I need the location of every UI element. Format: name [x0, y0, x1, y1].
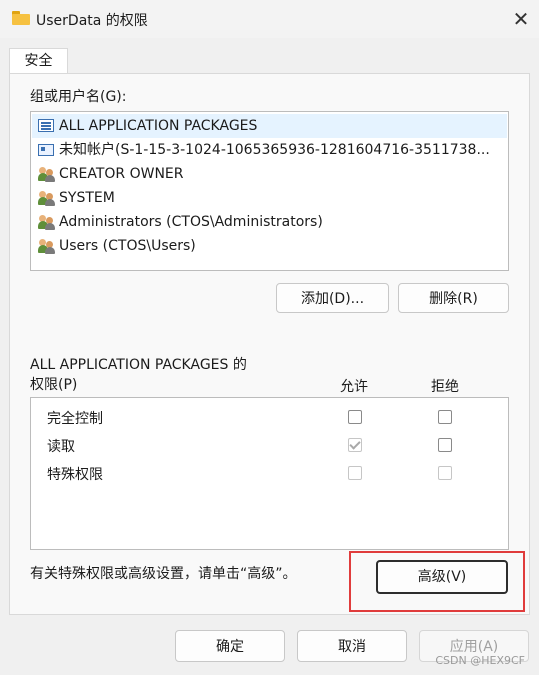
allow-column-header: 允许	[340, 379, 368, 395]
permission-row: 读取	[31, 431, 508, 459]
close-button[interactable]: ✕	[503, 0, 539, 38]
allow-checkbox[interactable]	[348, 438, 362, 452]
group-user-list[interactable]: ALL APPLICATION PACKAGES 未知帐户(S-1-15-3-1…	[30, 111, 509, 271]
advanced-note: 有关特殊权限或高级设置，请单击“高级”。	[30, 566, 297, 582]
remove-button[interactable]: 删除(R)	[398, 283, 509, 313]
permission-row: 完全控制	[31, 403, 508, 431]
permissions-title: ALL APPLICATION PACKAGES 的 权限(P)	[30, 357, 247, 393]
users-icon	[38, 166, 56, 182]
tab-security[interactable]: 安全	[9, 48, 68, 75]
list-item[interactable]: SYSTEM	[32, 186, 507, 210]
deny-checkbox[interactable]	[438, 410, 452, 424]
list-item[interactable]: CREATOR OWNER	[32, 162, 507, 186]
list-item[interactable]: ALL APPLICATION PACKAGES	[32, 114, 507, 138]
deny-column-header: 拒绝	[431, 379, 459, 395]
close-icon: ✕	[512, 7, 530, 31]
security-tab-panel: 组或用户名(G): ALL APPLICATION PACKAGES 未知帐户(…	[9, 73, 530, 615]
list-item[interactable]: 未知帐户(S-1-15-3-1024-1065365936-1281604716…	[32, 138, 507, 162]
users-icon	[38, 214, 56, 230]
cancel-button[interactable]: 取消	[297, 630, 407, 662]
allow-checkbox[interactable]	[348, 466, 362, 480]
allow-checkbox[interactable]	[348, 410, 362, 424]
group-list-label: 组或用户名(G):	[30, 89, 127, 105]
dialog-content: 安全 组或用户名(G): ALL APPLICATION PACKAGES 未知…	[0, 38, 539, 675]
dialog-footer: 确定 取消 应用(A) CSDN @HEX9CF	[0, 616, 539, 675]
watermark-text: CSDN @HEX9CF	[435, 654, 525, 667]
advanced-button[interactable]: 高级(V)	[376, 560, 508, 594]
permissions-list: 完全控制 读取 特殊权限	[30, 397, 509, 550]
list-item[interactable]: Users (CTOS\Users)	[32, 234, 507, 258]
users-icon	[38, 190, 56, 206]
unknown-account-icon	[38, 144, 54, 156]
add-button[interactable]: 添加(D)...	[276, 283, 389, 313]
deny-checkbox[interactable]	[438, 438, 452, 452]
folder-icon	[12, 11, 30, 25]
window-title: UserData 的权限	[36, 13, 148, 29]
permission-row: 特殊权限	[31, 459, 508, 487]
package-icon	[38, 119, 54, 132]
deny-checkbox[interactable]	[438, 466, 452, 480]
ok-button[interactable]: 确定	[175, 630, 285, 662]
title-bar: UserData 的权限 ✕	[0, 0, 539, 38]
users-icon	[38, 238, 56, 254]
list-item[interactable]: Administrators (CTOS\Administrators)	[32, 210, 507, 234]
